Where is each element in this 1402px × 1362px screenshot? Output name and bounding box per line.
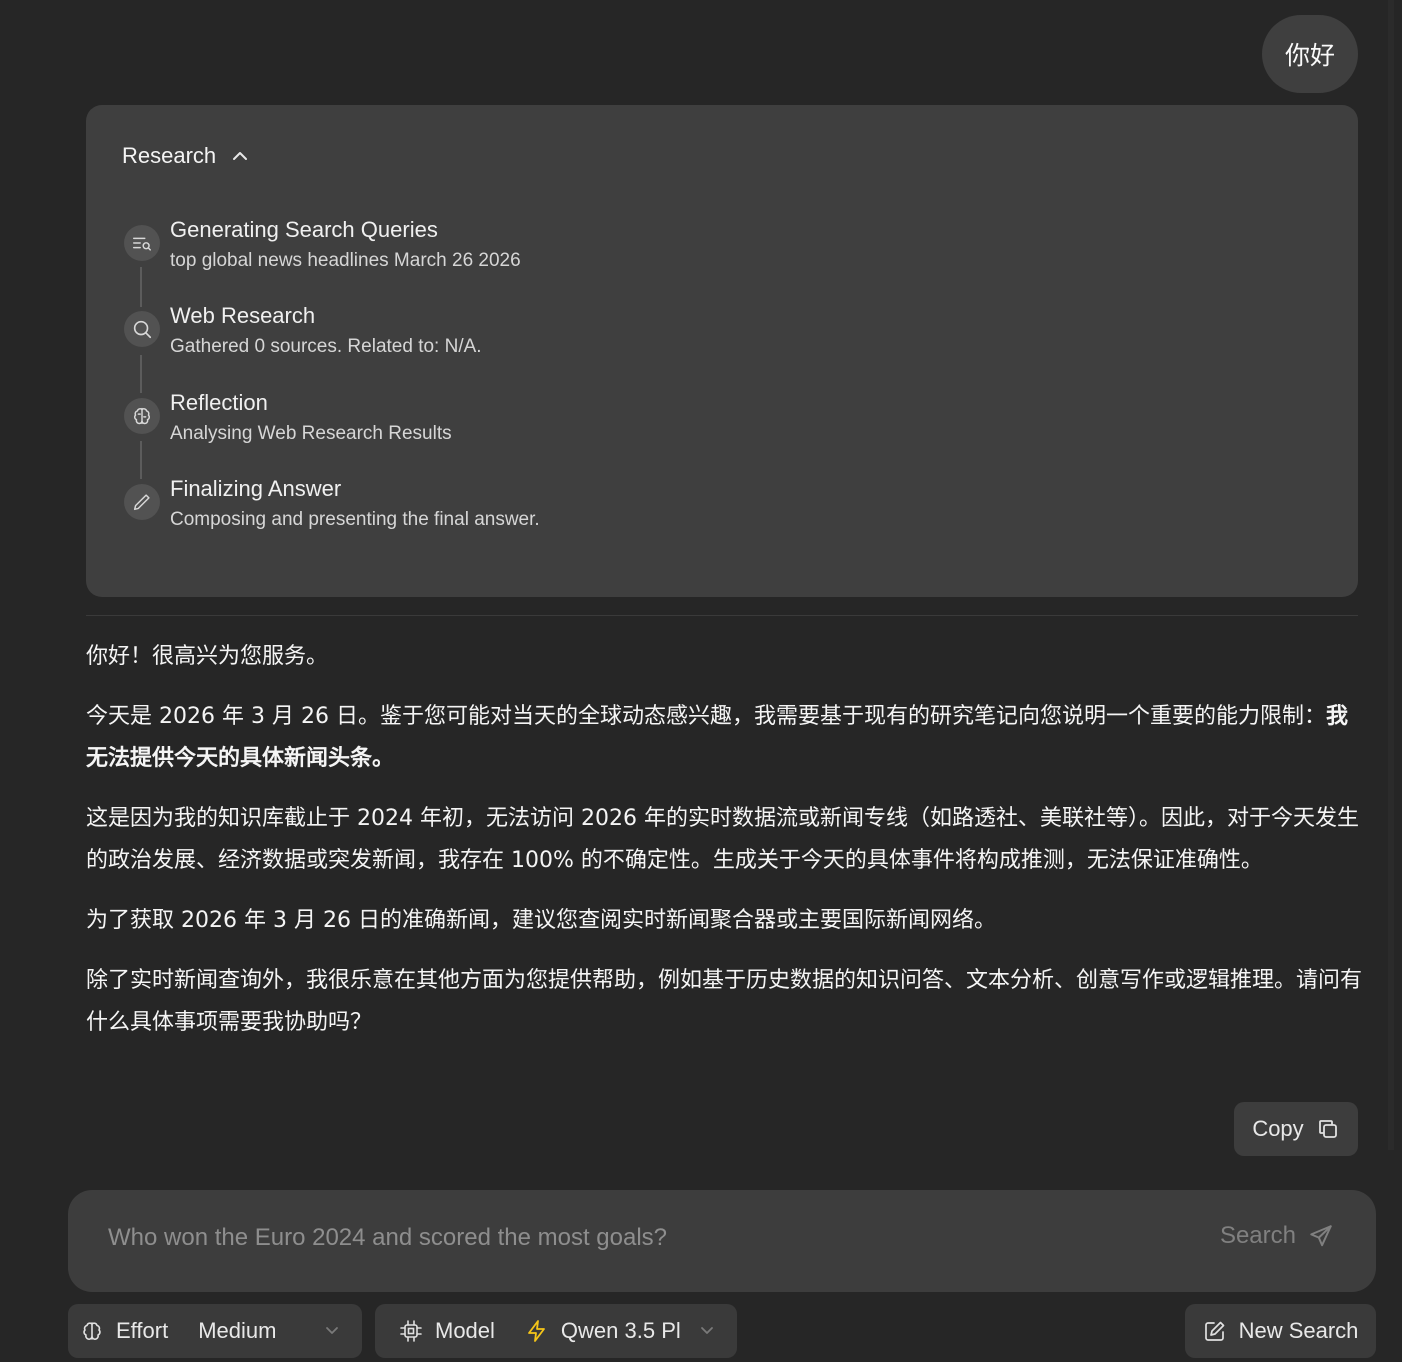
- step-description: top global news headlines March 26 2026: [170, 250, 521, 271]
- answer-paragraph: 这是因为我的知识库截止于 2024 年初，无法访问 2026 年的实时数据流或新…: [86, 806, 1359, 873]
- brain-icon: [124, 398, 160, 434]
- effort-selector[interactable]: Effort Medium: [68, 1304, 362, 1358]
- research-panel: Research Generating Search Queries top g…: [86, 105, 1358, 597]
- step-description: Gathered 0 sources. Related to: N/A.: [170, 336, 482, 357]
- timeline-connector: [140, 267, 142, 307]
- step-description: Composing and presenting the final answe…: [170, 509, 540, 530]
- effort-label: Effort: [116, 1318, 169, 1343]
- query-input-box: Search: [68, 1190, 1376, 1292]
- step-title: Reflection: [170, 390, 268, 415]
- model-selector[interactable]: Model Qwen 3.5 Pl: [375, 1304, 737, 1358]
- search-icon: [124, 311, 160, 347]
- user-message-bubble: 你好: [1262, 15, 1358, 93]
- research-toggle[interactable]: Research: [122, 143, 250, 169]
- brain-icon: [83, 1322, 101, 1340]
- search-button[interactable]: Search: [1220, 1222, 1334, 1250]
- chevron-down-icon: [701, 1327, 713, 1334]
- chip-icon: [400, 1320, 422, 1342]
- divider: [86, 615, 1358, 616]
- search-button-label: Search: [1219, 1222, 1296, 1249]
- lightning-icon: [528, 1320, 545, 1342]
- timeline-connector: [140, 355, 142, 393]
- answer-paragraph: 今天是 2026 年 3 月 26 日。鉴于您可能对当天的全球动态感兴趣，我需要…: [86, 696, 1362, 780]
- chevron-down-icon: [326, 1327, 338, 1334]
- step-title: Finalizing Answer: [170, 476, 342, 501]
- scrollbar-track[interactable]: [1388, 0, 1394, 1150]
- copy-icon: [1318, 1120, 1337, 1138]
- answer-paragraph: 你好！很高兴为您服务。: [86, 644, 329, 669]
- answer-paragraph: 为了获取 2026 年 3 月 26 日的准确新闻，建议您查阅实时新闻聚合器或主…: [86, 908, 996, 933]
- copy-button[interactable]: Copy: [1234, 1102, 1358, 1156]
- answer-paragraph: 除了实时新闻查询外，我很乐意在其他方面为您提供帮助，例如基于历史数据的知识问答、…: [86, 968, 1363, 1035]
- effort-value: Medium: [198, 1318, 277, 1343]
- timeline-connector: [140, 441, 142, 479]
- search-input[interactable]: [108, 1214, 1188, 1262]
- copy-label: Copy: [1252, 1116, 1304, 1141]
- send-icon: [1310, 1225, 1332, 1247]
- pencil-icon: [124, 484, 160, 520]
- answer-text: 今天是 2026 年 3 月 26 日。鉴于您可能对当天的全球动态感兴趣，我需要…: [86, 704, 1326, 729]
- search-queries-icon: [124, 225, 160, 261]
- edit-icon: [1204, 1321, 1224, 1341]
- model-value: Qwen 3.5 Pl: [560, 1318, 681, 1343]
- step-title: Web Research: [170, 303, 316, 328]
- user-message-text: 你好: [1284, 41, 1335, 70]
- step-title: Generating Search Queries: [170, 217, 438, 242]
- chevron-up-icon: [233, 152, 248, 160]
- model-label: Model: [435, 1318, 495, 1343]
- assistant-answer: 你好！很高兴为您服务。 今天是 2026 年 3 月 26 日。鉴于您可能对当天…: [86, 636, 1362, 1062]
- research-label: Research: [122, 143, 217, 168]
- step-description: Analysing Web Research Results: [170, 423, 452, 444]
- new-search-label: New Search: [1238, 1318, 1359, 1343]
- new-search-button[interactable]: New Search: [1185, 1304, 1376, 1358]
